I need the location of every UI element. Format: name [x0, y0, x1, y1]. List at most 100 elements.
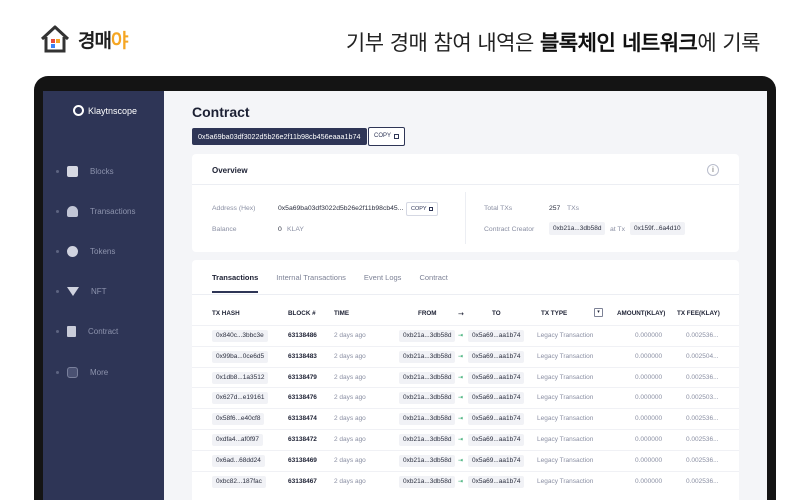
- brand-name-main: 경매: [78, 29, 112, 52]
- copy-icon: [394, 134, 400, 139]
- klaytnscope-logo[interactable]: Klaytnscope: [73, 105, 137, 116]
- total-txs-unit: TXs: [567, 205, 580, 212]
- direction-arrow-icon: ⇥: [458, 416, 464, 423]
- bullet-icon: [56, 209, 59, 213]
- to-address-link[interactable]: 0x5a69...aa1b74: [468, 371, 525, 384]
- to-address-link[interactable]: 0x5a69...aa1b74: [468, 330, 525, 342]
- filter-dropdown-icon[interactable]: ▾: [594, 308, 603, 317]
- tx-type: Legacy Transaction: [537, 415, 594, 423]
- sidebar-item-tokens[interactable]: Tokens: [43, 242, 164, 260]
- direction-arrow-icon: ⇥: [458, 333, 464, 339]
- to-address-link[interactable]: 0x5a69...aa1b74: [468, 434, 525, 446]
- tx-type: Legacy Transaction: [537, 394, 594, 402]
- tx-age: 2 days ago: [334, 332, 366, 339]
- creation-tx-link[interactable]: 0x159f...6a4d10: [630, 222, 685, 235]
- laptop-frame: Klaytnscope Blocks Transactions Tokens N…: [34, 76, 776, 500]
- tx-age: 2 days ago: [334, 352, 366, 360]
- from-address-link[interactable]: 0xb21a...3db58d: [399, 371, 456, 384]
- divider: [192, 294, 739, 295]
- sidebar-item-blocks[interactable]: Blocks: [43, 162, 164, 180]
- to-address-link[interactable]: 0x5a69...aa1b74: [468, 475, 525, 488]
- sidebar-item-nft[interactable]: NFT: [43, 282, 164, 300]
- block-number-link[interactable]: 63138476: [288, 394, 317, 401]
- table-row: 0x58f6...e40cf8 63138474 2 days ago 0xb21a.…: [192, 408, 739, 429]
- diamond-icon: [67, 286, 79, 296]
- fee-value: 0.002536...: [686, 456, 719, 464]
- tab-contract[interactable]: Contract: [419, 273, 447, 293]
- block-number-link[interactable]: 63138467: [288, 478, 317, 485]
- fee-value: 0.002536...: [686, 373, 719, 381]
- info-icon[interactable]: i: [707, 164, 719, 176]
- column-header-to: TO: [492, 310, 501, 317]
- amount-value: 0.000000: [635, 415, 663, 423]
- sidebar-item-transactions[interactable]: Transactions: [43, 202, 164, 220]
- overview-title: Overview: [212, 166, 248, 175]
- block-number-link[interactable]: 63138469: [288, 457, 317, 464]
- more-icon: [67, 366, 78, 378]
- sidebar-item-contract[interactable]: Contract: [43, 322, 164, 340]
- block-number-link[interactable]: 63138479: [288, 374, 317, 381]
- bullet-icon: [56, 370, 59, 374]
- divider: [192, 184, 739, 185]
- contract-creator-label: Contract Creator: [484, 226, 535, 233]
- total-txs-label: Total TXs: [484, 205, 513, 212]
- table-row: 0x99ba...0ce6d5 63138483 2 days ago 0xb21a.…: [192, 345, 739, 367]
- block-number-link[interactable]: 63138474: [288, 415, 317, 422]
- from-address-link[interactable]: 0xb21a...3db58d: [399, 454, 456, 467]
- tab-internal-transactions[interactable]: Internal Transactions: [276, 273, 346, 293]
- bullet-icon: [56, 169, 59, 173]
- fee-value: 0.002503...: [686, 394, 719, 402]
- contract-creator-link[interactable]: 0xb21a...3db58d: [549, 222, 606, 235]
- tx-hash-link[interactable]: 0x99ba...0ce6d5: [212, 350, 269, 363]
- sidebar-item-label: NFT: [91, 286, 107, 296]
- column-header-tx-hash: TX HASH: [212, 310, 240, 317]
- fee-value: 0.002504...: [686, 352, 719, 360]
- amount-value: 0.000000: [635, 477, 663, 485]
- tab-transactions[interactable]: Transactions: [212, 273, 259, 293]
- copy-address-button[interactable]: COPY: [368, 127, 406, 146]
- tx-hash-link[interactable]: 0x58f6...e40cf8: [212, 413, 265, 426]
- fee-value: 0.002536...: [686, 415, 719, 423]
- from-address-link[interactable]: 0xb21a...3db58d: [399, 434, 456, 446]
- direction-arrow-icon: ⇥: [458, 374, 464, 381]
- block-number-link[interactable]: 63138483: [288, 353, 317, 360]
- tab-event-logs[interactable]: Event Logs: [364, 273, 402, 293]
- to-address-link[interactable]: 0x5a69...aa1b74: [468, 413, 525, 426]
- from-address-link[interactable]: 0xb21a...3db58d: [399, 350, 456, 363]
- tx-hash-link[interactable]: 0x6ad...68dd24: [212, 454, 265, 467]
- tx-type: Legacy Transaction: [537, 456, 594, 464]
- tx-hash-link[interactable]: 0x1db8...1a3512: [212, 371, 269, 384]
- column-header-block: BLOCK #: [288, 310, 316, 317]
- brand-name: 경매야: [78, 26, 128, 53]
- column-header-from: FROM: [418, 310, 437, 317]
- block-number-link[interactable]: 63138472: [288, 436, 317, 443]
- tx-type: Legacy Transaction: [537, 332, 594, 339]
- copy-hex-address-button[interactable]: COPY: [406, 202, 438, 216]
- copy-button-label: COPY: [374, 133, 392, 139]
- promo-page: 경매야 기부 경매 참여 내역은 블록체인 네트워크에 기록 Klaytnsco…: [0, 0, 800, 500]
- tx-type: Legacy Transaction: [537, 352, 594, 360]
- sidebar-item-more[interactable]: More: [43, 363, 164, 381]
- column-header-amount: AMOUNT(KLAY): [617, 310, 666, 317]
- tab-bar: Transactions Internal Transactions Event…: [212, 273, 448, 293]
- tx-hash-link[interactable]: 0x840c...3bbc3e: [212, 330, 268, 342]
- from-address-link[interactable]: 0xb21a...3db58d: [399, 413, 456, 426]
- tx-hash-link[interactable]: 0xbc82...187fac: [212, 475, 266, 488]
- to-address-link[interactable]: 0x5a69...aa1b74: [468, 392, 525, 405]
- transactions-card: Transactions Internal Transactions Event…: [192, 260, 739, 500]
- amount-value: 0.000000: [635, 394, 663, 402]
- direction-arrow-icon: ⇥: [458, 353, 464, 360]
- transactions-icon: [67, 205, 78, 217]
- sidebar-item-label: Blocks: [90, 166, 114, 176]
- tx-hash-link[interactable]: 0xdfa4...af0f97: [212, 434, 264, 446]
- copy-button-label: COPY: [411, 206, 427, 212]
- sidebar-item-label: Contract: [88, 326, 119, 336]
- to-address-link[interactable]: 0x5a69...aa1b74: [468, 454, 525, 467]
- from-address-link[interactable]: 0xb21a...3db58d: [399, 475, 456, 488]
- to-address-link[interactable]: 0x5a69...aa1b74: [468, 350, 525, 363]
- tx-hash-link[interactable]: 0x627d...e19161: [212, 392, 269, 405]
- from-address-link[interactable]: 0xb21a...3db58d: [399, 330, 456, 342]
- block-number-link[interactable]: 63138486: [288, 332, 317, 339]
- fee-value: 0.002536...: [686, 332, 719, 339]
- from-address-link[interactable]: 0xb21a...3db58d: [399, 392, 456, 405]
